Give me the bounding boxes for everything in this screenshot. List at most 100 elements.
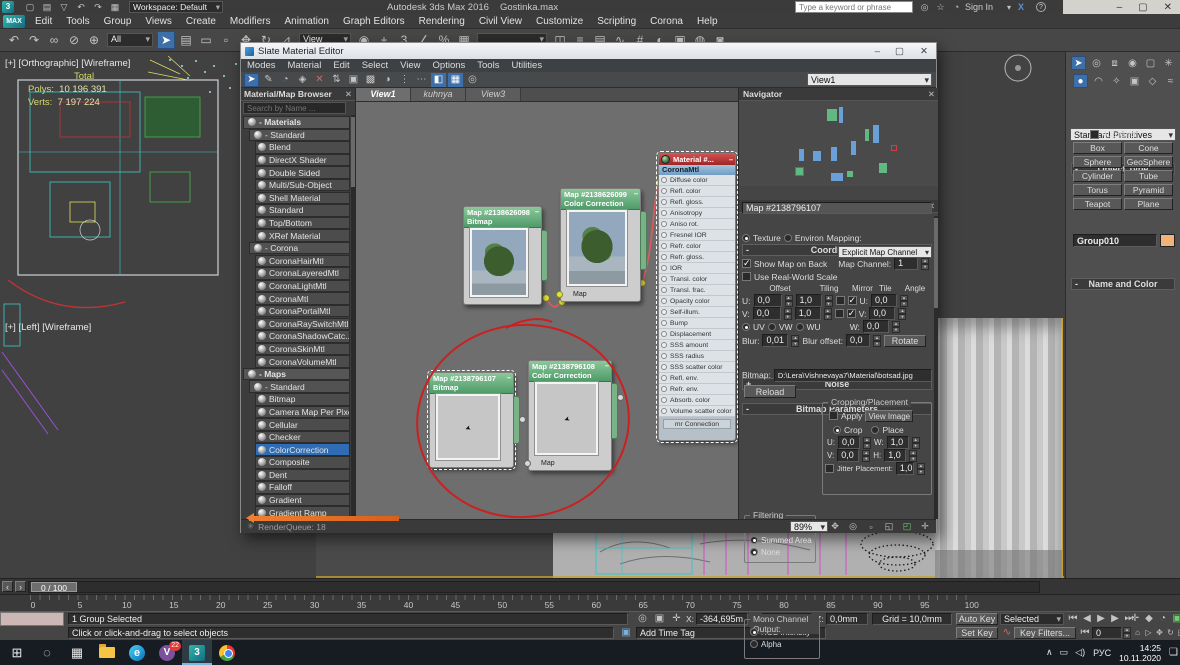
3dsmax-button[interactable]: 3 (182, 640, 212, 665)
undo-icon[interactable]: ↶ (5, 31, 23, 49)
material-input-slot[interactable]: Refl. gloss. (659, 197, 735, 208)
pick-material-icon[interactable]: ✎ (261, 73, 276, 87)
input-socket-icon[interactable] (661, 221, 667, 227)
input-socket-icon[interactable] (661, 276, 667, 282)
browser-item[interactable]: - Materials (243, 116, 350, 129)
v-offset-spinner[interactable]: ▲▼ (784, 308, 792, 319)
blur-offset-spinner[interactable]: ▲▼ (873, 335, 881, 346)
select-and-link-icon[interactable]: ∞ (45, 31, 63, 49)
node-collapse-icon[interactable]: – (605, 361, 609, 370)
node-bitmap-2138626098[interactable]: Map #2138626098–Bitmap (463, 206, 542, 305)
slate-menu-item[interactable]: View (394, 59, 426, 72)
select-object-icon[interactable]: ➤ (157, 31, 175, 49)
material-input-slot[interactable]: Volume scatter color (659, 406, 735, 417)
time-tag-icon[interactable]: ▣ (619, 626, 633, 639)
menu-item[interactable]: Animation (277, 14, 335, 29)
geometry-icon[interactable]: ● (1073, 74, 1088, 88)
menu-item[interactable]: Modifiers (223, 14, 278, 29)
browser-item[interactable]: Camera Map Per Pixel (255, 406, 350, 419)
menu-item[interactable]: Civil View (472, 14, 529, 29)
orbit-icon[interactable]: ↻ (1166, 626, 1175, 639)
viber-button[interactable]: V 22 (152, 640, 182, 665)
browser-item[interactable]: CoronaMtl (255, 292, 350, 305)
node-colorcorrection-2138796108[interactable]: Map #2138796108–Color Correction ➤ Map (528, 360, 612, 471)
browser-item[interactable]: CoronaHairMtl (255, 255, 350, 268)
unlink-selection-icon[interactable]: ⊘ (65, 31, 83, 49)
slate-title-bar[interactable]: Slate Material Editor – ▢ ✕ (241, 43, 936, 59)
absolute-offset-icon[interactable]: ✛ (669, 612, 684, 625)
browser-item[interactable]: Bitmap (255, 393, 350, 406)
transform-gizmo-icon[interactable]: ✛ (1129, 612, 1141, 625)
input-socket-icon[interactable] (661, 199, 667, 205)
menu-item[interactable]: Help (690, 14, 725, 29)
input-socket-icon[interactable] (661, 364, 667, 370)
browser-item[interactable]: Blend (255, 141, 350, 154)
volume-icon[interactable]: ◁) (1075, 647, 1085, 658)
jitter-checkbox[interactable] (825, 464, 834, 473)
material-name-field[interactable]: Map #2138796107 (742, 202, 932, 214)
input-socket-icon[interactable] (661, 265, 667, 271)
pan-view-icon[interactable]: ✥ (1155, 626, 1164, 639)
node-coronamtl[interactable]: Material #...– CoronaMtl Diffuse colorRe… (658, 153, 736, 441)
jitter-field[interactable]: 1,0 (896, 462, 914, 475)
primitive-button[interactable]: Sphere (1073, 156, 1122, 168)
slate-menu-item[interactable]: Utilities (505, 59, 548, 72)
go-to-start-icon[interactable]: ⏮ (1067, 612, 1079, 625)
input-socket-icon[interactable] (524, 460, 531, 467)
workspace-dropdown[interactable]: Workspace: Default (129, 1, 223, 13)
bind-to-space-warp-icon[interactable]: ⊕ (85, 31, 103, 49)
canvas-zoom-dropdown[interactable]: 89% (790, 521, 828, 532)
node-collapse-icon[interactable]: – (535, 207, 539, 216)
select-tool-icon[interactable]: ➤ (244, 73, 259, 87)
u-offset-spinner[interactable]: ▲▼ (785, 295, 793, 306)
slate-view-dropdown[interactable]: View1 (807, 73, 932, 86)
mr-connection-slot[interactable]: mr Connection (663, 419, 731, 429)
u-tiling-field[interactable]: 1,0 (796, 294, 822, 307)
view-image-button[interactable]: View Image (865, 410, 913, 422)
bitmap-path-field[interactable]: D:\Lera\Vishnevaya7\Material\botsad.jpg (774, 369, 932, 382)
file-explorer-button[interactable] (92, 640, 122, 665)
show-end-result-icon[interactable]: ◧ (431, 73, 446, 87)
apply-checkbox[interactable] (829, 411, 838, 420)
input-socket-icon[interactable] (661, 232, 667, 238)
material-input-slot[interactable]: SSS scatter color (659, 362, 735, 373)
input-socket-icon[interactable] (661, 254, 667, 260)
mini-listener-toggle-button[interactable]: › (15, 581, 26, 592)
material-input-slot[interactable]: Opacity color (659, 296, 735, 307)
crop-u-field[interactable]: 0,0 (838, 436, 860, 449)
material-input-slot[interactable]: SSS radius (659, 351, 735, 362)
v-tiling-field[interactable]: 1,0 (795, 307, 821, 320)
input-socket-icon[interactable] (661, 243, 667, 249)
input-socket-icon[interactable] (661, 408, 667, 414)
space-warps-icon[interactable]: ≈ (1163, 74, 1178, 88)
crop-h-spinner[interactable]: ▲▼ (909, 450, 917, 461)
max-menu-icon[interactable]: MAX (3, 15, 25, 28)
frame-spinner[interactable]: ▲▼ (1123, 627, 1131, 638)
node-canvas[interactable]: Map #2138626098–Bitmap Map #2138626099–C… (356, 102, 738, 519)
help-search-input[interactable] (795, 1, 913, 13)
window-close-button[interactable]: ✕ (1164, 2, 1172, 13)
search-button[interactable]: ◌ (32, 640, 62, 665)
field-of-view-icon[interactable]: ▷ (1144, 626, 1153, 639)
browser-scrollbar[interactable] (351, 115, 355, 519)
material-input-slot[interactable]: Absorb. color (659, 395, 735, 406)
browser-item[interactable]: Double Sided (255, 166, 350, 179)
display-tab[interactable]: ▢ (1143, 56, 1158, 70)
isolate-selection-icon[interactable]: ◎ (635, 612, 650, 625)
slate-close-button[interactable]: ✕ (920, 46, 928, 57)
browser-item[interactable]: Checker (255, 431, 350, 444)
project-folder-icon[interactable]: ▦ (108, 1, 122, 13)
material-input-slot[interactable]: Aniso rot. (659, 219, 735, 230)
slate-menu-item[interactable]: Material (282, 59, 328, 72)
view-tab[interactable]: View1 (356, 88, 411, 101)
show-shaded-icon[interactable]: ◑ (380, 73, 395, 87)
input-socket-icon[interactable] (661, 353, 667, 359)
node-output-tab[interactable] (611, 383, 618, 440)
sign-in-link[interactable]: Sign In (965, 2, 993, 12)
new-key-wave-icon[interactable]: ∿ (1001, 626, 1013, 639)
menu-item[interactable]: Group (97, 14, 139, 29)
redo-icon[interactable]: ↷ (25, 31, 43, 49)
crop-w-field[interactable]: 1,0 (887, 436, 909, 449)
helpers-icon[interactable]: ◇ (1145, 74, 1160, 88)
primitive-button[interactable]: Plane (1124, 198, 1173, 210)
